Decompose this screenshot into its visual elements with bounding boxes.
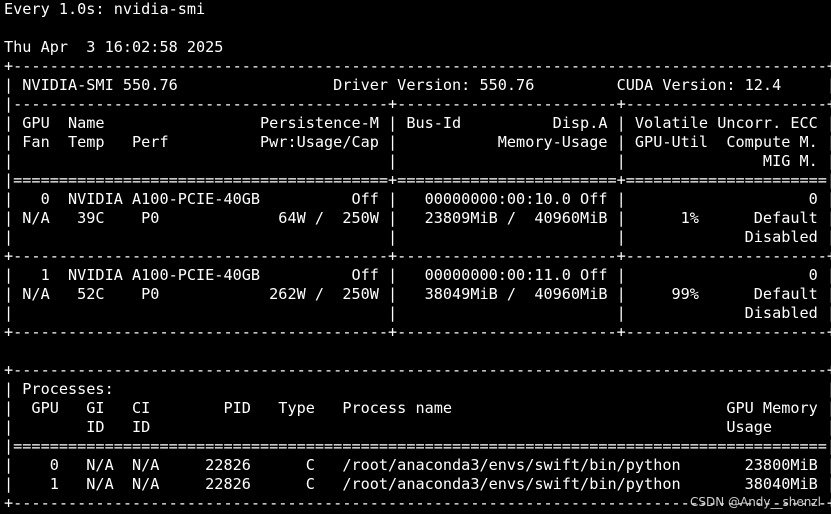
table-separator: |---------------------------------------… bbox=[4, 95, 831, 113]
gpu-1-row-1: | 1 NVIDIA A100-PCIE-40GB Off | 00000000… bbox=[4, 266, 831, 284]
processes-header-1: | GPU GI CI PID Type Process name GPU Me… bbox=[4, 399, 831, 417]
gpu-table-border-bottom: +---------------------------------------… bbox=[4, 323, 831, 341]
gpu-table-header-2: | Fan Temp Perf Pwr:Usage/Cap | Memory-U… bbox=[4, 133, 831, 151]
process-row: | 1 N/A N/A 22826 C /root/anaconda3/envs… bbox=[4, 475, 831, 493]
processes-title: | Processes: | bbox=[4, 380, 831, 398]
gpu-0-row-3: | | | Disabled | bbox=[4, 228, 831, 246]
version-line: | NVIDIA-SMI 550.76 Driver Version: 550.… bbox=[4, 76, 831, 94]
gpu-table-header-1: | GPU Name Persistence-M | Bus-Id Disp.A… bbox=[4, 114, 831, 132]
gpu-table-header-3: | | | MIG M. | bbox=[4, 152, 831, 170]
processes-border-top: +---------------------------------------… bbox=[4, 361, 831, 379]
gpu-1-row-3: | | | Disabled | bbox=[4, 304, 831, 322]
gpu-0-row-2: | N/A 39C P0 64W / 250W | 23809MiB / 409… bbox=[4, 209, 831, 227]
gpu-row-separator: +---------------------------------------… bbox=[4, 247, 831, 265]
table-border-top: +---------------------------------------… bbox=[4, 57, 831, 75]
gpu-table-header-divider: |=======================================… bbox=[4, 171, 831, 189]
watermark: CSDN @Andy__shenzl bbox=[689, 495, 821, 509]
gpu-1-row-2: | N/A 52C P0 262W / 250W | 38049MiB / 40… bbox=[4, 285, 831, 303]
terminal-output[interactable]: Every 1.0s: nvidia-smi Thu Apr 3 16:02:5… bbox=[4, 0, 831, 514]
process-row: | 0 N/A N/A 22826 C /root/anaconda3/envs… bbox=[4, 456, 831, 474]
watch-header-line: Every 1.0s: nvidia-smi bbox=[4, 0, 206, 18]
timestamp-line: Thu Apr 3 16:02:58 2025 bbox=[4, 38, 224, 56]
processes-header-2: | ID ID Usage | bbox=[4, 418, 831, 436]
processes-header-divider: |=======================================… bbox=[4, 437, 831, 455]
gpu-0-row-1: | 0 NVIDIA A100-PCIE-40GB Off | 00000000… bbox=[4, 190, 831, 208]
